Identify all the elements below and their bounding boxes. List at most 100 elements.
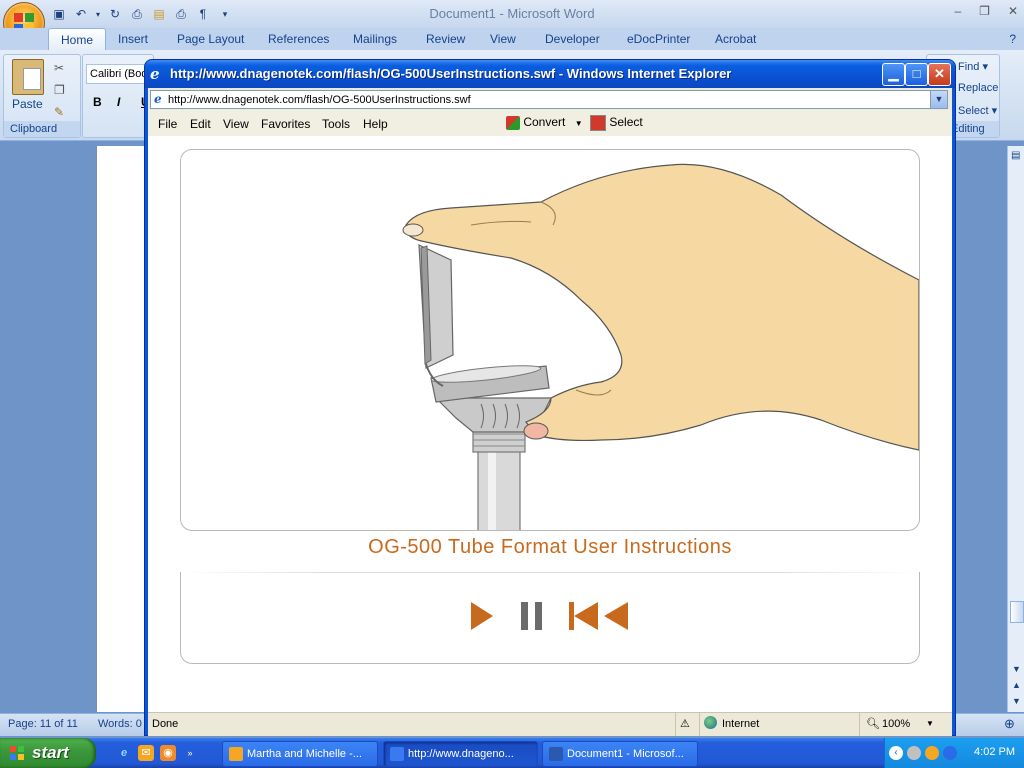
ie-menu-bar: File Edit View Favorites Tools Help Conv… [148, 110, 952, 137]
close-icon[interactable]: ✕ [1008, 4, 1018, 18]
warning-icon[interactable]: ⚠ [680, 717, 690, 730]
menu-edit[interactable]: Edit [190, 117, 211, 131]
tab-review[interactable]: Review [426, 32, 465, 46]
clipboard-group: Paste ✂ ❐ ✎ Clipboard [3, 54, 81, 138]
find-button[interactable]: Find ▾ [958, 60, 988, 73]
menu-file[interactable]: File [158, 117, 177, 131]
system-tray: ‹ 4:02 PM [884, 738, 1024, 768]
replace-button[interactable]: Replace [958, 82, 998, 94]
mail-app-icon [229, 747, 243, 762]
address-input[interactable]: e http://www.dnagenotek.com/flash/OG-500U… [150, 90, 948, 109]
player-controls [180, 572, 920, 664]
quick-firefox-icon[interactable]: ◉ [160, 745, 176, 761]
ie-window: e http://www.dnagenotek.com/flash/OG-500… [145, 60, 955, 736]
task-word[interactable]: Document1 - Microsof... [542, 741, 698, 767]
task-ie[interactable]: http://www.dnageno... [383, 741, 538, 767]
word-title-bar: ▣ ↶ ▾ ↻ ⎙ ▤ ⎙ ¶ ▾ Document1 - Microsoft … [0, 0, 1024, 44]
ruler-toggle-icon[interactable]: ▤ [1011, 150, 1020, 161]
select-button[interactable]: Select ▾ [958, 104, 997, 117]
tray-mail-icon[interactable] [925, 746, 939, 760]
tray-expand-icon[interactable]: ‹ [889, 746, 903, 760]
ie-window-title: http://www.dnagenotek.com/flash/OG-500Us… [170, 66, 732, 81]
menu-tools[interactable]: Tools [322, 117, 350, 131]
quick-thunderbird-icon[interactable]: ✉ [138, 745, 154, 761]
help-icon[interactable]: ? [1009, 32, 1016, 46]
tab-acrobat[interactable]: Acrobat [715, 32, 756, 46]
italic-button[interactable]: I [117, 95, 120, 109]
quick-launch: e ✉ ◉ » [116, 745, 198, 761]
start-button[interactable]: start [0, 738, 96, 768]
tab-insert[interactable]: Insert [118, 32, 148, 46]
zone-segment: Internet [699, 713, 860, 736]
zoom-in-icon[interactable]: ⊕ [1004, 716, 1015, 732]
zone-label: Internet [722, 718, 760, 730]
convert-dropdown-icon[interactable]: ▼ [575, 119, 583, 128]
tab-mailings[interactable]: Mailings [353, 32, 397, 46]
protected-mode-segment: ⚠ [675, 713, 700, 736]
windows-flag-icon [10, 746, 24, 760]
prev-page-icon[interactable]: ▲ [1012, 680, 1021, 690]
menu-view[interactable]: View [223, 117, 249, 131]
page-count[interactable]: Page: 11 of 11 [8, 718, 78, 730]
task-martha-michelle[interactable]: Martha and Michelle -... [222, 741, 378, 767]
pause-icon[interactable] [520, 600, 544, 632]
tab-developer[interactable]: Developer [545, 32, 600, 46]
flash-content: OG-500 Tube Format User Instructions [148, 136, 952, 712]
ie-status-bar: Done ⚠ Internet 🔍︎ 100% ▼ [148, 712, 952, 736]
word-task-icon [549, 747, 563, 762]
format-painter-icon[interactable]: ✎ [54, 105, 64, 119]
next-page-icon[interactable]: ▼ [1012, 696, 1021, 706]
word-count[interactable]: Words: 0 [98, 718, 142, 730]
ie-address-bar: e http://www.dnagenotek.com/flash/OG-500U… [148, 88, 952, 110]
rewind-icon[interactable] [568, 600, 630, 632]
ribbon-tabs: Home Insert Page Layout References Maili… [0, 28, 1024, 51]
address-dropdown-icon[interactable]: ▼ [930, 91, 947, 108]
clock[interactable]: 4:02 PM [974, 746, 1015, 758]
page-icon: e [154, 92, 162, 106]
menu-favorites[interactable]: Favorites [261, 117, 310, 131]
globe-icon [704, 716, 717, 729]
tray-audio-icon[interactable] [943, 746, 957, 760]
scroll-thumb[interactable] [1010, 601, 1024, 623]
play-icon[interactable] [469, 600, 495, 632]
tab-page-layout[interactable]: Page Layout [177, 32, 244, 46]
tray-printer-icon[interactable] [907, 746, 921, 760]
ie-maximize-button[interactable]: □ [905, 63, 928, 86]
hand-tube-illustration [402, 163, 919, 530]
minimize-icon[interactable]: – [954, 4, 961, 18]
ie-logo-icon: e [150, 65, 160, 83]
convert-icon [506, 115, 520, 130]
divider [181, 572, 919, 573]
select-icon [590, 115, 606, 131]
ie-minimize-button[interactable]: ▁ [882, 63, 905, 86]
font-name-box[interactable]: Calibri (Bod [86, 64, 151, 84]
tab-edocprinter[interactable]: eDocPrinter [627, 32, 690, 46]
menu-help[interactable]: Help [363, 117, 388, 131]
ie-task-icon [390, 747, 404, 762]
word-window-title: Document1 - Microsoft Word [429, 6, 595, 21]
copy-icon[interactable]: ❐ [54, 83, 65, 97]
flash-title: OG-500 Tube Format User Instructions [368, 536, 732, 558]
cut-icon[interactable]: ✂ [54, 61, 64, 75]
word-window-controls: – ❐ ✕ [954, 4, 1018, 18]
vertical-scrollbar[interactable]: ▤ ▼ ▲ ▼ [1007, 146, 1024, 712]
quick-more-icon[interactable]: » [182, 745, 198, 761]
tab-home[interactable]: Home [48, 28, 107, 51]
zoom-dropdown-icon[interactable]: ▼ [926, 719, 934, 728]
scroll-down-icon[interactable]: ▼ [1012, 664, 1021, 674]
zoom-segment[interactable]: 🔍︎ 100% ▼ [859, 713, 953, 736]
ie-close-button[interactable]: ✕ [928, 63, 951, 86]
tab-references[interactable]: References [268, 32, 329, 46]
tab-view[interactable]: View [490, 32, 516, 46]
select-tool-button[interactable]: Select [590, 115, 643, 131]
paste-icon[interactable] [12, 59, 44, 95]
quick-ie-icon[interactable]: e [116, 745, 132, 761]
bold-button[interactable]: B [93, 95, 102, 109]
zoom-level[interactable]: 100% [882, 718, 910, 730]
ie-title-bar[interactable]: e http://www.dnagenotek.com/flash/OG-500… [145, 60, 955, 88]
start-label: start [32, 743, 69, 762]
status-text: Done [152, 718, 179, 730]
paste-button[interactable]: Paste [12, 97, 43, 111]
convert-button[interactable]: Convert ▼ [506, 115, 583, 130]
restore-icon[interactable]: ❐ [979, 4, 990, 18]
